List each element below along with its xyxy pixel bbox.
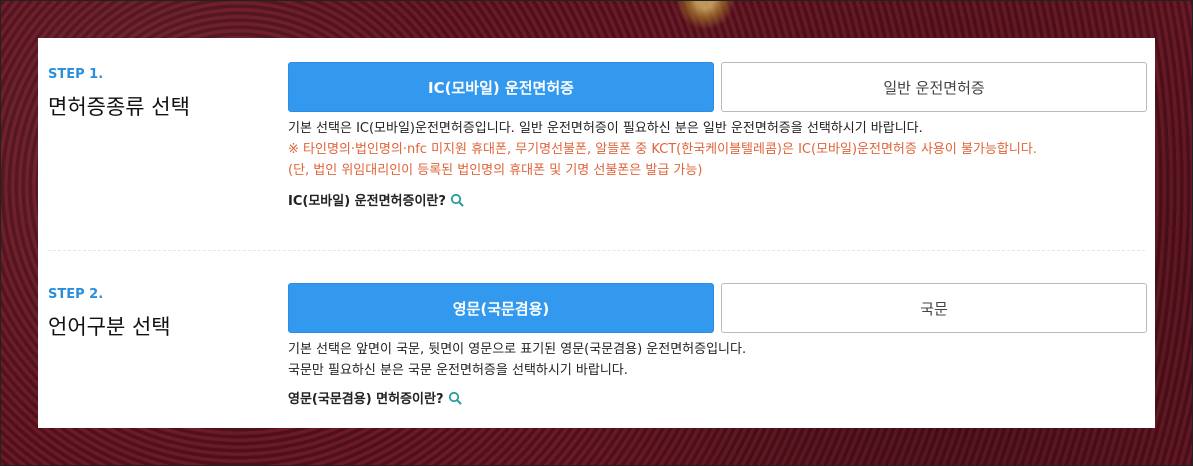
ic-mobile-license-button[interactable]: IC(모바일) 운전면허증 [288, 62, 714, 112]
language-type-description-2: 국문만 필요하신 분은 국문 운전면허증을 선택하시기 바랍니다. [288, 363, 628, 378]
ic-license-info-link[interactable]: IC(모바일) 운전면허증이란? [288, 190, 464, 209]
step-title: 면허증종류 선택 [48, 95, 190, 119]
license-type-warning-note: (단, 법인 위임대리인이 등록된 법인명의 휴대폰 및 기명 선불폰은 발급 … [288, 163, 703, 178]
step-label: STEP 1. [48, 67, 104, 82]
search-icon [450, 193, 464, 207]
regular-license-button[interactable]: 일반 운전면허증 [721, 62, 1147, 112]
background-emblem-decoration [675, 0, 735, 30]
info-link-label: 영문(국문겸용) 면허증이란? [288, 392, 444, 407]
search-icon [448, 391, 462, 405]
license-type-description: 기본 선택은 IC(모바일)운전면허증입니다. 일반 운전면허증이 필요하신 분… [288, 121, 923, 136]
english-korean-button[interactable]: 영문(국문겸용) [288, 283, 714, 333]
section-divider [48, 250, 1145, 251]
step-title: 언어구분 선택 [48, 315, 171, 339]
info-link-label: IC(모바일) 운전면허증이란? [288, 194, 446, 209]
english-license-info-link[interactable]: 영문(국문겸용) 면허증이란? [288, 388, 462, 407]
language-type-description: 기본 선택은 앞면이 국문, 뒷면이 영문으로 표기된 영문(국문겸용) 운전면… [288, 342, 747, 357]
license-type-warning: ※ 타인명의·법인명의·nfc 미지원 휴대폰, 무기명선불폰, 알뜰폰 중 K… [288, 142, 1037, 157]
step-license-type: STEP 1. 면허증종류 선택 IC(모바일) 운전면허증 일반 운전면허증 … [38, 38, 1155, 250]
korean-only-button[interactable]: 국문 [721, 283, 1147, 333]
step-language-type: STEP 2. 언어구분 선택 영문(국문겸용) 국문 기본 선택은 앞면이 국… [38, 262, 1155, 428]
step-label: STEP 2. [48, 287, 104, 302]
license-options-panel: STEP 1. 면허증종류 선택 IC(모바일) 운전면허증 일반 운전면허증 … [38, 38, 1155, 428]
